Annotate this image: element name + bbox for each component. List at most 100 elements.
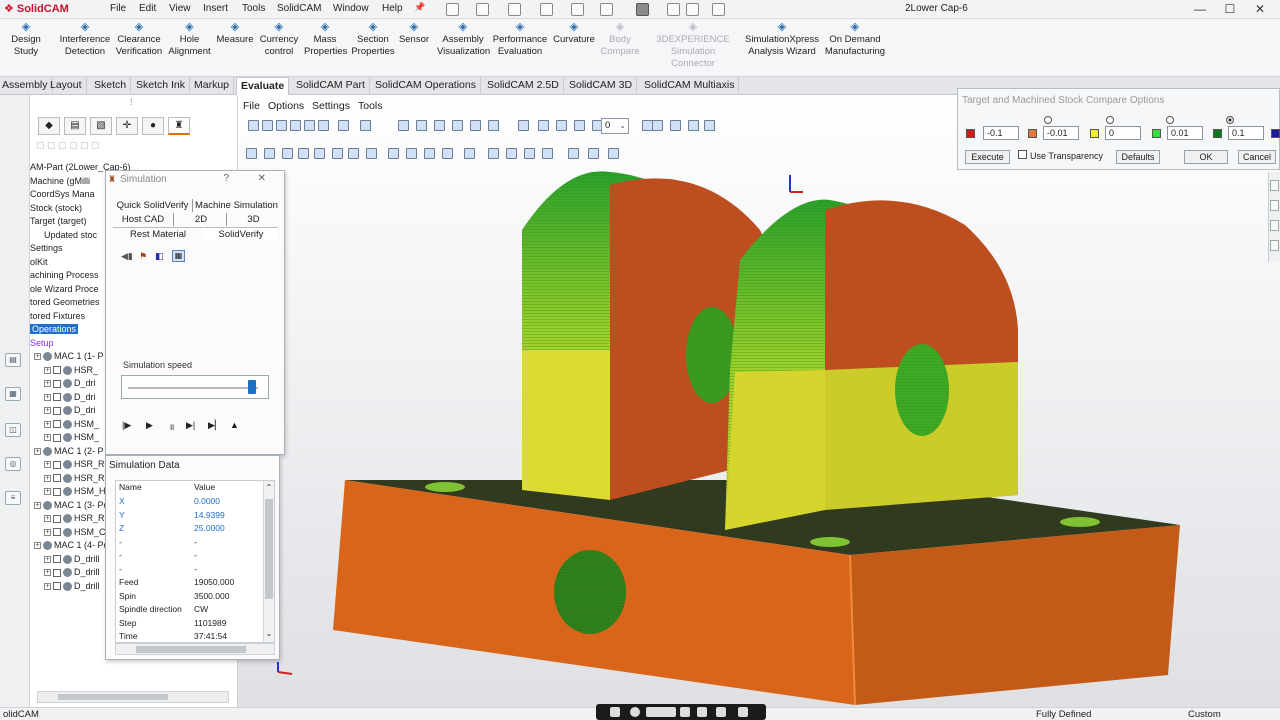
camera-icon[interactable] bbox=[610, 707, 620, 717]
sim-view-icon-9[interactable] bbox=[388, 148, 399, 159]
expand-icon[interactable]: + bbox=[44, 582, 51, 590]
tree-item[interactable]: + MAC 1 (3- Po bbox=[34, 499, 109, 512]
operation-checkbox[interactable] bbox=[53, 420, 61, 429]
ribbon-hole-alignment-button[interactable]: ◈ Hole Alignment bbox=[167, 21, 212, 58]
tree-item[interactable]: + D_drill bbox=[44, 553, 100, 566]
task-pane-right-icon-2[interactable] bbox=[1270, 200, 1279, 211]
menu-file[interactable]: File bbox=[110, 3, 126, 14]
tolerance-input[interactable]: -0.01 bbox=[1043, 126, 1079, 140]
new-doc-icon[interactable] bbox=[446, 3, 459, 16]
solidcam-manager-tab-icon[interactable]: ♜ bbox=[168, 117, 190, 135]
operation-checkbox[interactable] bbox=[53, 474, 61, 483]
expand-icon[interactable]: + bbox=[34, 542, 41, 550]
maximize-button[interactable]: ☐ bbox=[1222, 1, 1238, 17]
execute-button[interactable]: Execute bbox=[965, 150, 1010, 164]
audio-icon[interactable] bbox=[697, 707, 707, 717]
expand-icon[interactable]: + bbox=[44, 528, 51, 536]
tree-horizontal-scrollbar[interactable] bbox=[37, 691, 229, 703]
sim-view-icon-19[interactable] bbox=[588, 148, 599, 159]
sim-menu-options[interactable]: Options bbox=[268, 100, 304, 112]
sim-tool-icon-8[interactable] bbox=[360, 120, 371, 131]
ribbon-design-study-button[interactable]: ◈ Design Study bbox=[0, 21, 54, 58]
operation-checkbox[interactable] bbox=[53, 433, 61, 442]
save-icon[interactable] bbox=[508, 3, 521, 16]
vertical-scrollbar[interactable]: ⌃ ⌄ bbox=[263, 481, 274, 642]
expand-icon[interactable]: + bbox=[44, 420, 51, 428]
tree-item[interactable]: + D_dri bbox=[44, 377, 96, 390]
sim-view-icon-5[interactable] bbox=[314, 148, 325, 159]
tree-item[interactable]: olKit bbox=[30, 256, 48, 269]
h-scroll-thumb[interactable] bbox=[136, 646, 246, 653]
task-pane-icon-2[interactable]: ▦ bbox=[5, 387, 21, 401]
expand-icon[interactable]: + bbox=[44, 474, 51, 482]
tolerance-input[interactable]: 0.01 bbox=[1167, 126, 1203, 140]
ribbon-3dx-button[interactable]: ◈ 3DEXPERIENCE Simulation Connector bbox=[648, 21, 738, 70]
sim-tool-icon-24[interactable] bbox=[688, 120, 699, 131]
menu-solidcam[interactable]: SolidCAM bbox=[277, 3, 321, 14]
dimxpert-tab-icon[interactable]: ✛ bbox=[116, 117, 138, 135]
sim-tool-icon-22[interactable] bbox=[652, 120, 663, 131]
record-icon[interactable] bbox=[630, 707, 640, 717]
tree-item[interactable]: + HSM_H bbox=[44, 485, 106, 498]
tree-item[interactable]: achining Process bbox=[30, 269, 99, 282]
tree-item[interactable]: + MAC 1 (4- Po bbox=[34, 539, 109, 552]
tree-item[interactable]: + D_dri bbox=[44, 404, 96, 417]
tree-item[interactable]: tored Geometries bbox=[30, 296, 100, 309]
tree-item[interactable]: Operations bbox=[30, 323, 79, 336]
tree-item[interactable]: tored Fixtures bbox=[30, 310, 85, 323]
task-pane-right-icon-1[interactable] bbox=[1270, 180, 1279, 191]
tree-item[interactable]: + HSR_R bbox=[44, 458, 105, 471]
step-forward-icon[interactable]: ▶| bbox=[186, 420, 195, 431]
sim-view-icon-10[interactable] bbox=[406, 148, 417, 159]
transparency-checkbox[interactable] bbox=[1018, 150, 1027, 159]
operation-checkbox[interactable] bbox=[53, 379, 61, 388]
color-swatch[interactable] bbox=[1213, 129, 1222, 138]
task-pane-right-icon-3[interactable] bbox=[1270, 220, 1279, 231]
ribbon-simxpress-button[interactable]: ◈ SimulationXpress Analysis Wizard bbox=[742, 21, 822, 58]
sim-tool-icon-18[interactable] bbox=[574, 120, 585, 131]
ribbon-curvature-button[interactable]: ◈ Curvature bbox=[552, 21, 596, 46]
menu-help[interactable]: Help bbox=[382, 3, 403, 14]
property-tab-icon[interactable]: ▤ bbox=[64, 117, 86, 135]
undo-icon[interactable] bbox=[571, 3, 584, 16]
scroll-thumb[interactable] bbox=[265, 499, 273, 599]
sim-tool-icon-3[interactable] bbox=[276, 120, 287, 131]
minimize-button[interactable]: — bbox=[1192, 1, 1208, 17]
ribbon-interference-button[interactable]: ◈ Interference Detection bbox=[57, 21, 113, 58]
menu-view[interactable]: View bbox=[169, 3, 191, 14]
tab-solidcam-part[interactable]: SolidCAM Part bbox=[292, 77, 370, 95]
sim-view-icon-8[interactable] bbox=[366, 148, 377, 159]
sim-view-icon-17[interactable] bbox=[542, 148, 553, 159]
expand-icon[interactable]: + bbox=[34, 447, 41, 455]
operation-checkbox[interactable] bbox=[53, 528, 61, 537]
expand-icon[interactable]: + bbox=[44, 569, 51, 577]
tab-sketch[interactable]: Sketch bbox=[90, 77, 132, 95]
menu-edit[interactable]: Edit bbox=[139, 3, 156, 14]
tree-scroll-thumb[interactable] bbox=[58, 694, 168, 700]
tolerance-input[interactable]: -0.1 bbox=[983, 126, 1019, 140]
eject-icon[interactable]: ▲ bbox=[230, 420, 239, 430]
sim-view-icon-18[interactable] bbox=[568, 148, 579, 159]
task-pane-icon-4[interactable]: ◎ bbox=[5, 457, 21, 471]
task-pane-right-icon-4[interactable] bbox=[1270, 240, 1279, 251]
tab-solidcam-operations[interactable]: SolidCAM Operations bbox=[371, 77, 481, 95]
sim-view-icon-14[interactable] bbox=[488, 148, 499, 159]
tree-item[interactable]: + D_dri bbox=[44, 391, 96, 404]
tree-item[interactable]: + D_drill bbox=[44, 566, 100, 579]
horizontal-scrollbar[interactable] bbox=[115, 643, 275, 655]
tree-item[interactable]: + MAC 1 (2- P bbox=[34, 445, 104, 458]
ribbon-assembly-vis-button[interactable]: ◈ Assembly Visualization bbox=[437, 21, 490, 58]
ribbon-section-button[interactable]: ◈ Section Properties bbox=[350, 21, 396, 58]
tree-item[interactable]: Machine (gMilli bbox=[30, 175, 90, 188]
tree-item[interactable]: Stock (stock) bbox=[30, 202, 82, 215]
ribbon-currency-button[interactable]: ◈ Currency control bbox=[257, 21, 301, 58]
close-window-button[interactable]: ✕ bbox=[1252, 1, 1268, 17]
sim-view-icon-3[interactable] bbox=[282, 148, 293, 159]
step-back-icon[interactable]: |▶ bbox=[122, 420, 131, 431]
tolerance-radio[interactable] bbox=[1166, 116, 1174, 124]
sim-tool-icon-14[interactable] bbox=[488, 120, 499, 131]
sim-view-icon-13[interactable] bbox=[464, 148, 475, 159]
sim-view-icon-2[interactable] bbox=[264, 148, 275, 159]
tree-item[interactable]: CoordSys Mana bbox=[30, 188, 95, 201]
tab-markup[interactable]: Markup bbox=[190, 77, 235, 95]
